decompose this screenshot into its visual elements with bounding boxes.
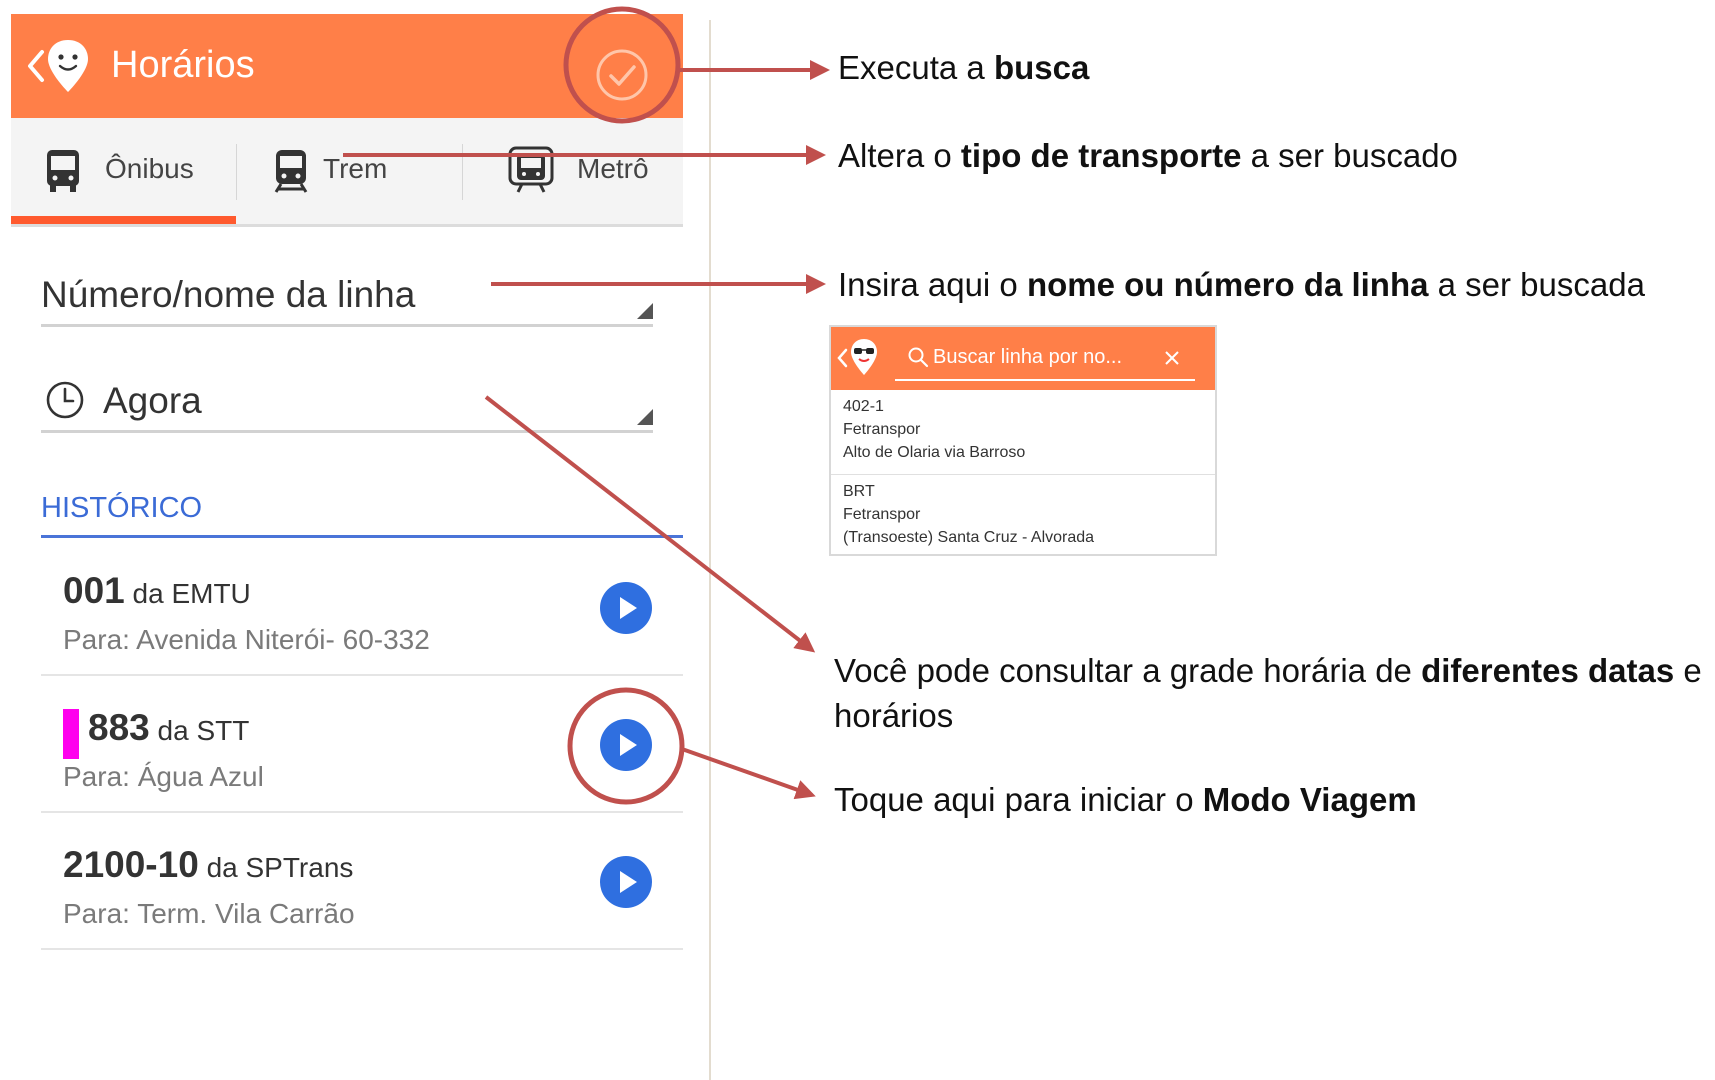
selected-tab-indicator <box>11 216 236 224</box>
tab-bus-label: Ônibus <box>105 153 194 184</box>
dropdown-corner-icon <box>637 409 653 425</box>
app-logo-sunglasses-icon <box>851 339 877 375</box>
line-operator: da EMTU <box>132 578 251 609</box>
search-icon <box>908 347 929 368</box>
history-item-title: 2100-10 da SPTrans <box>63 844 353 886</box>
annotation-text: a ser buscada <box>1428 266 1645 303</box>
history-underline <box>41 535 683 538</box>
tab-subway[interactable]: Metrô <box>463 118 683 224</box>
line-search-placeholder: Número/nome da linha <box>41 274 416 315</box>
play-icon[interactable] <box>600 582 652 634</box>
annotation-search: Executa a busca <box>838 49 1089 87</box>
line-number: 2100-10 <box>63 844 199 885</box>
inset-result-route: (Transoeste) Santa Cruz - Alvorada <box>843 529 1095 546</box>
annotation-bold: nome ou número da linha <box>1026 266 1429 303</box>
inset-search-input[interactable]: Buscar linha por no... <box>895 337 1195 381</box>
annotation-text: Altera o <box>838 137 961 174</box>
line-destination: Para: Term. Vila Carrão <box>63 898 355 929</box>
subway-icon <box>508 146 554 193</box>
time-select-field[interactable]: Agora <box>41 372 653 433</box>
tab-train[interactable]: Trem <box>237 118 462 224</box>
annotation-dates: Você pode consultar a grade horária de d… <box>834 652 1702 690</box>
annotation-bold: Modo Viagem <box>1202 781 1417 818</box>
inset-app-bar: Buscar linha por no... <box>831 327 1215 390</box>
line-number: 001 <box>63 570 125 611</box>
page-title: Horários <box>111 44 255 86</box>
history-item[interactable]: 001 da EMTU Para: Avenida Niterói- 60-33… <box>41 540 683 676</box>
search-results-inset: Buscar linha por no... 402-1 Fetranspor … <box>829 325 1217 556</box>
annotation-trip: Toque aqui para iniciar o Modo Viagem <box>834 781 1417 819</box>
history-item[interactable]: 2100-10 da SPTrans Para: Term. Vila Carr… <box>41 814 683 950</box>
inset-result-operator: Fetranspor <box>843 506 921 523</box>
line-operator: da STT <box>157 715 250 746</box>
annotation-bold: tipo de transporte <box>960 137 1242 174</box>
annotation-bold: diferentes datas <box>1421 652 1675 689</box>
inset-result-route: Alto de Olaria via Barroso <box>843 444 1026 461</box>
annotation-text: a ser buscado <box>1241 137 1458 174</box>
app-logo-icon <box>48 40 88 92</box>
transport-tabs: Ônibus Trem Metrô <box>11 118 683 227</box>
history-item[interactable]: 883 da STT Para: Água Azul <box>41 677 683 813</box>
clear-search-icon[interactable] <box>1164 350 1180 366</box>
history-item-title: 001 da EMTU <box>63 570 251 612</box>
annotation-dates-line2: horários <box>834 697 954 734</box>
confirm-search-icon[interactable] <box>594 47 650 103</box>
line-number: 883 <box>88 707 150 748</box>
app-screenshot: Horários Ônibus Trem Metrô Número/nome d… <box>0 0 700 1080</box>
annotation-line: Insira aqui o nome ou número da linha a … <box>838 266 1645 304</box>
tab-subway-label: Metrô <box>577 153 649 184</box>
inset-result-line: BRT <box>843 483 875 500</box>
annotation-text: Insira aqui o <box>838 266 1027 303</box>
line-destination: Para: Avenida Niterói- 60-332 <box>63 624 430 655</box>
line-search-field[interactable]: Número/nome da linha <box>41 266 653 327</box>
inset-result-operator: Fetranspor <box>843 421 921 438</box>
annotation-bold: busca <box>993 49 1090 86</box>
line-destination: Para: Água Azul <box>63 761 264 792</box>
annotation-transport: Altera o tipo de transporte a ser buscad… <box>838 137 1458 175</box>
annotation-text: e <box>1674 652 1702 689</box>
inset-result-item[interactable]: BRT Fetranspor (Transoeste) Santa Cruz -… <box>831 475 1215 559</box>
history-item-title: 883 da STT <box>88 707 249 749</box>
arrow-trip <box>681 747 816 800</box>
dropdown-corner-icon <box>637 303 653 319</box>
annotation-text: Você pode consultar a grade horária de <box>834 652 1422 689</box>
line-operator: da SPTrans <box>206 852 354 883</box>
annotation-text: Executa a <box>838 49 994 86</box>
bus-icon <box>47 150 79 192</box>
train-icon <box>274 150 308 193</box>
tab-train-label: Trem <box>323 153 388 184</box>
tab-bus[interactable]: Ônibus <box>11 118 236 224</box>
inset-result-line: 402-1 <box>843 398 884 415</box>
play-icon[interactable] <box>600 719 652 771</box>
time-value: Agora <box>103 380 202 421</box>
play-icon[interactable] <box>600 856 652 908</box>
annotation-text: Toque aqui para iniciar o <box>834 781 1203 818</box>
line-color-bar <box>63 709 79 759</box>
back-arrow-icon[interactable] <box>835 345 849 371</box>
clock-icon <box>46 381 84 419</box>
app-bar: Horários <box>11 14 683 118</box>
inset-result-item[interactable]: 402-1 Fetranspor Alto de Olaria via Barr… <box>831 390 1215 475</box>
inset-search-placeholder: Buscar linha por no... <box>933 346 1122 368</box>
history-title: HISTÓRICO <box>41 492 203 524</box>
panel-divider <box>709 20 711 1080</box>
